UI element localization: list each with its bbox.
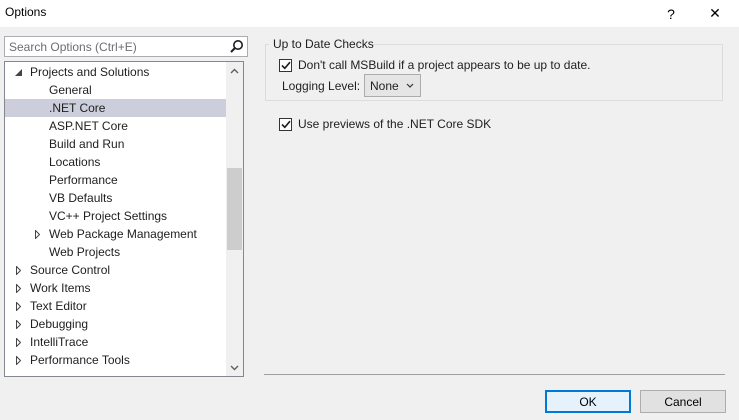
dont-call-msbuild-option[interactable]: Don't call MSBuild if a project appears … <box>279 57 590 73</box>
logging-level-select[interactable]: None <box>364 74 421 97</box>
tree-item[interactable]: Text Editor <box>5 297 227 315</box>
tree-item-label: VB Defaults <box>49 191 113 205</box>
scroll-down-button[interactable] <box>226 359 243 376</box>
options-tree[interactable]: Projects and Solutions General .NET Core AS… <box>4 61 244 377</box>
triangle-expanded-icon[interactable] <box>13 63 23 81</box>
tree-item-label: Performance <box>49 173 118 187</box>
tree-item[interactable]: Build and Run <box>5 135 227 153</box>
use-previews-option[interactable]: Use previews of the .NET Core SDK <box>279 116 491 132</box>
group-title: Up to Date Checks <box>273 37 374 51</box>
tree-item[interactable]: Source Control <box>5 261 227 279</box>
triangle-collapsed-icon[interactable] <box>13 279 23 297</box>
search-box[interactable] <box>4 36 248 57</box>
triangle-collapsed-icon[interactable] <box>13 297 23 315</box>
tree-item-label: Work Items <box>30 281 91 295</box>
help-icon: ? <box>667 5 675 22</box>
tree-item[interactable]: General <box>5 81 227 99</box>
tree-item-label: General <box>49 83 92 97</box>
tree-item[interactable]: Performance <box>5 171 227 189</box>
tree-item[interactable]: .NET Core <box>5 99 227 117</box>
tree-item-label: Performance Tools <box>30 353 130 367</box>
divider <box>264 374 725 375</box>
tree-item-label: Web Package Management <box>49 227 197 241</box>
use-previews-checkbox[interactable] <box>279 117 292 131</box>
tree-item-label: IntelliTrace <box>30 335 89 349</box>
tree-item[interactable]: Debugging <box>5 315 227 333</box>
checkmark-icon <box>280 61 291 69</box>
tree-item[interactable]: ASP.NET Core <box>5 117 227 135</box>
use-previews-label: Use previews of the .NET Core SDK <box>298 117 492 131</box>
tree-item[interactable]: VC++ Project Settings <box>5 207 227 225</box>
tree-item-label: Build and Run <box>49 137 125 151</box>
cancel-button[interactable]: Cancel <box>640 390 726 413</box>
tree-item-label: Text Editor <box>30 299 87 313</box>
tree-list: Projects and Solutions General .NET Core AS… <box>5 63 227 369</box>
triangle-collapsed-icon[interactable] <box>13 351 23 369</box>
tree-item[interactable]: VB Defaults <box>5 189 227 207</box>
tree-item-label: Locations <box>49 155 101 169</box>
tree-item-label: Source Control <box>30 263 111 277</box>
tree-item[interactable]: Web Package Management <box>5 225 227 243</box>
close-icon: ✕ <box>709 5 721 21</box>
chevron-up-icon <box>230 68 239 73</box>
tree-item-label: Projects and Solutions <box>30 65 150 79</box>
dont-call-msbuild-label: Don't call MSBuild if a project appears … <box>298 58 591 72</box>
tree-item[interactable]: Work Items <box>5 279 227 297</box>
logging-level-label: Logging Level: <box>282 79 361 93</box>
triangle-collapsed-icon[interactable] <box>13 333 23 351</box>
vertical-scrollbar[interactable] <box>226 62 243 376</box>
ok-button[interactable]: OK <box>545 390 631 413</box>
tree-item-label: Web Projects <box>49 245 121 259</box>
search-input[interactable] <box>5 37 225 56</box>
tree-item-label: VC++ Project Settings <box>49 209 168 223</box>
chevron-down-icon <box>406 83 414 88</box>
help-button[interactable]: ? <box>648 0 694 27</box>
checkmark-icon <box>280 120 291 128</box>
window-title: Options <box>5 5 47 19</box>
tree-item[interactable]: Web Projects <box>5 243 227 261</box>
logging-level-value: None <box>370 79 399 93</box>
scroll-thumb[interactable] <box>227 168 242 250</box>
chevron-down-icon <box>230 365 239 370</box>
triangle-collapsed-icon[interactable] <box>13 315 23 333</box>
tree-item-label: .NET Core <box>49 101 106 115</box>
triangle-collapsed-icon[interactable] <box>13 261 23 279</box>
tree-item-label: Debugging <box>30 317 89 331</box>
tree-item[interactable]: Projects and Solutions <box>5 63 227 81</box>
search-icon[interactable] <box>229 39 244 54</box>
tree-item[interactable]: IntelliTrace <box>5 333 227 351</box>
close-button[interactable]: ✕ <box>692 0 738 27</box>
dont-call-msbuild-checkbox[interactable] <box>279 58 292 72</box>
tree-item[interactable]: Locations <box>5 153 227 171</box>
triangle-collapsed-icon[interactable] <box>32 225 42 243</box>
tree-item-label: ASP.NET Core <box>49 119 128 133</box>
scroll-up-button[interactable] <box>226 62 243 79</box>
title-bar: Options ? ✕ <box>0 0 739 27</box>
tree-item[interactable]: Performance Tools <box>5 351 227 369</box>
